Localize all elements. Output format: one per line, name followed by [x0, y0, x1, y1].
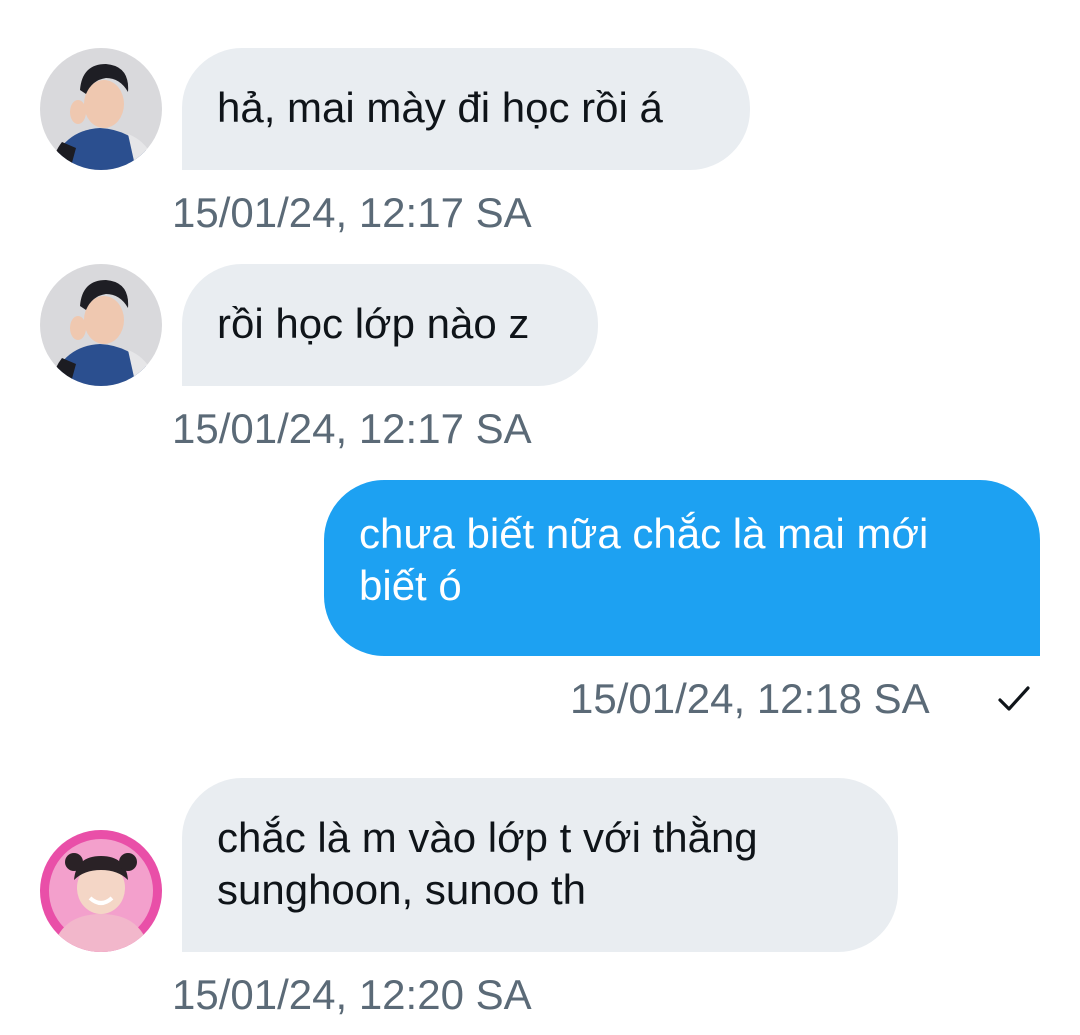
message-bubble-outgoing[interactable]: chưa biết nữa chắc là mai mới biết ó [324, 480, 1040, 656]
message-text: rồi học lớp nào z [217, 300, 530, 347]
message-timestamp: 15/01/24, 12:20 SA [172, 971, 532, 1018]
message-text: hả, mai mày đi học rồi á [217, 84, 663, 131]
message-bubble[interactable]: rồi học lớp nào z [182, 264, 598, 386]
user-avatar-boy-blue-jacket-icon [40, 264, 162, 386]
message-bubble[interactable]: chắc là m vào lớp t với thằng sunghoon, … [182, 778, 898, 952]
user-avatar-pink-hoodie-icon [40, 830, 162, 952]
sender-avatar[interactable] [40, 830, 162, 952]
sender-avatar[interactable] [40, 264, 162, 386]
message-timestamp: 15/01/24, 12:17 SA [172, 189, 532, 236]
checkmark-icon [998, 686, 1030, 711]
message-timestamp: 15/01/24, 12:18 SA [570, 675, 930, 722]
message-bubble[interactable]: hả, mai mày đi học rồi á [182, 48, 750, 170]
message-timestamp: 15/01/24, 12:17 SA [172, 405, 532, 452]
sender-avatar[interactable] [40, 48, 162, 170]
message-text: chưa biết nữa chắc là mai mới biết ó [359, 510, 929, 609]
user-avatar-boy-blue-jacket-icon [40, 48, 162, 170]
message-text: chắc là m vào lớp t với thằng sunghoon, … [217, 814, 758, 913]
